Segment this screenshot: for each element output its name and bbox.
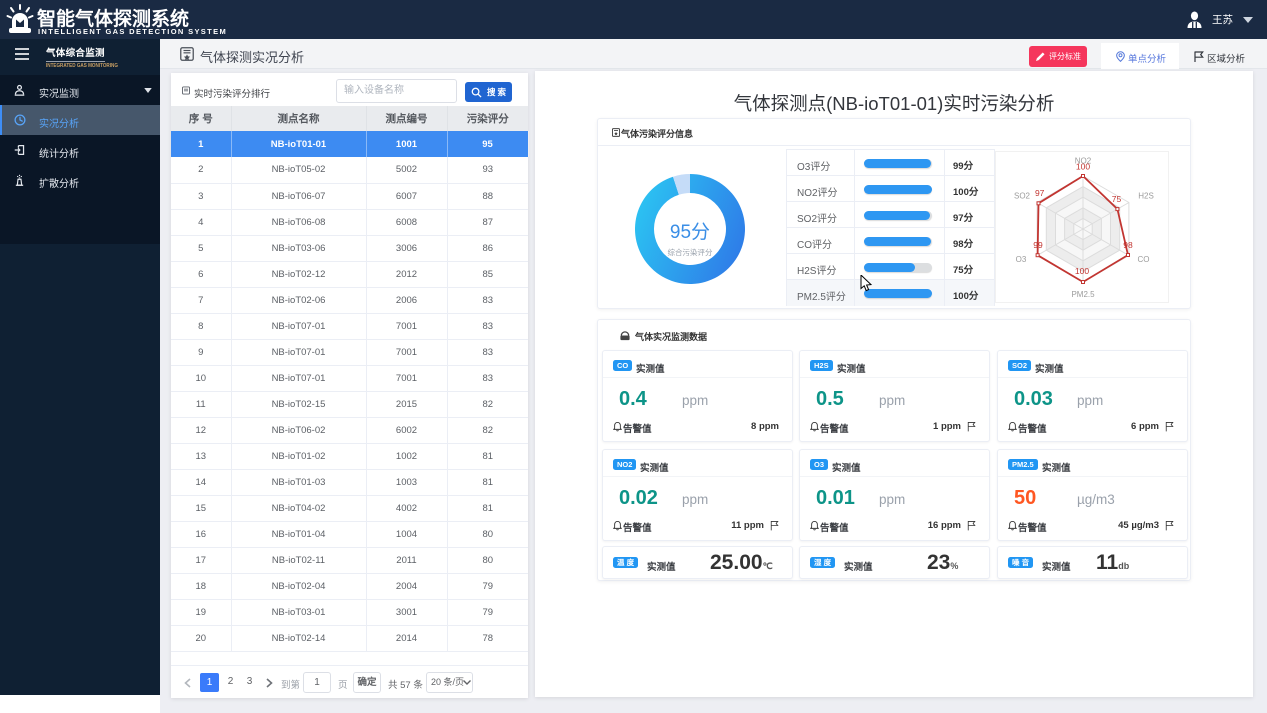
svg-text:H2S: H2S bbox=[1138, 192, 1154, 201]
svg-text:99: 99 bbox=[1033, 240, 1043, 250]
svg-text:100: 100 bbox=[1076, 162, 1090, 172]
svg-text:98: 98 bbox=[1123, 240, 1133, 250]
svg-text:SO2: SO2 bbox=[1014, 192, 1031, 201]
svg-text:97: 97 bbox=[1035, 188, 1045, 198]
svg-text:75: 75 bbox=[1112, 194, 1122, 204]
svg-text:100: 100 bbox=[1075, 266, 1089, 276]
svg-text:CO: CO bbox=[1138, 255, 1150, 264]
svg-text:PM2.5: PM2.5 bbox=[1071, 290, 1095, 299]
svg-text:O3: O3 bbox=[1016, 255, 1027, 264]
